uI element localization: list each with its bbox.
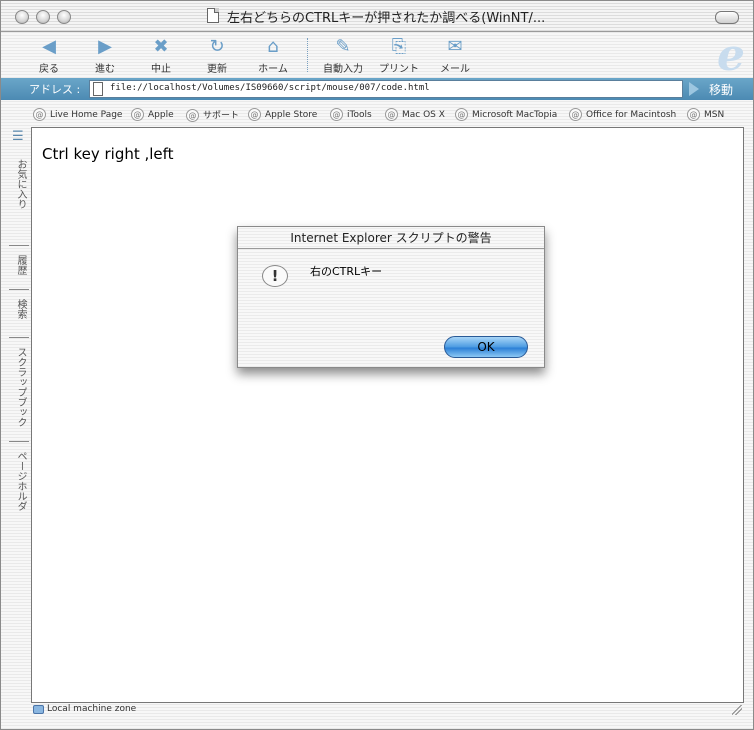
address-label: アドレス :: [29, 83, 81, 96]
mail-button[interactable]: ✉ メール: [427, 36, 483, 75]
stop-button[interactable]: ✖ 中止: [133, 36, 189, 75]
favorite-link[interactable]: @ Mac OS X: [385, 108, 445, 121]
page-content: Ctrl key right ,left: [31, 127, 744, 703]
tab-label: スクラップブック: [15, 347, 26, 427]
page-text: Ctrl key right ,left: [42, 145, 174, 163]
go-label: 移動: [709, 83, 734, 97]
browser-window: 左右どちらのCTRLキーが押されたか調べる(WinNT/... ◀ 戻る ▶ 進…: [0, 0, 754, 730]
at-icon: @: [330, 108, 343, 121]
tab-label: 検索: [15, 299, 26, 319]
toolbar-separator: [307, 38, 308, 72]
autofill-button[interactable]: ✎ 自動入力: [315, 36, 371, 75]
tab-scrapbook[interactable]: スクラップブック: [9, 337, 29, 442]
at-icon: @: [131, 108, 144, 121]
favorite-label: MSN: [704, 110, 725, 120]
close-button[interactable]: [15, 10, 29, 24]
favorite-label: Microsoft MacTopia: [472, 110, 558, 120]
favorite-link[interactable]: @ Apple: [131, 108, 174, 121]
mail-envelope-icon: ✉: [447, 36, 463, 57]
tab-search[interactable]: 検索: [9, 289, 29, 338]
at-icon: @: [186, 109, 199, 122]
stop-x-icon: ✖: [153, 36, 169, 57]
autofill-pen-icon: ✎: [335, 36, 351, 57]
refresh-button[interactable]: ↻ 更新: [189, 36, 245, 75]
favorite-label: Office for Macintosh: [586, 110, 677, 120]
favorite-label: Apple Store: [265, 110, 318, 120]
stop-label: 中止: [151, 64, 171, 75]
dialog-title: Internet Explorer スクリプトの警告: [238, 227, 544, 249]
home-label: ホーム: [258, 64, 288, 75]
favorite-label: Mac OS X: [402, 110, 445, 120]
caution-icon: !: [262, 265, 288, 287]
resize-grip-icon[interactable]: [732, 705, 742, 715]
favorite-link[interactable]: @ iTools: [330, 108, 372, 121]
favorite-link[interactable]: @ Apple Store: [248, 108, 317, 121]
forward-button[interactable]: ▶ 進む: [77, 36, 133, 75]
tab-label: 履歴: [15, 255, 26, 275]
print-button[interactable]: ⎘ プリント: [371, 36, 427, 75]
favorite-link[interactable]: @ Live Home Page: [33, 108, 122, 121]
mail-label: メール: [440, 64, 470, 75]
forward-arrow-icon: ▶: [98, 36, 112, 57]
back-label: 戻る: [39, 64, 59, 75]
at-icon: @: [687, 108, 700, 121]
title-bar[interactable]: 左右どちらのCTRLキーが押されたか調べる(WinNT/...: [1, 1, 753, 32]
script-alert-dialog: Internet Explorer スクリプトの警告 ! 右のCTRLキー OK: [237, 226, 545, 368]
favorite-label: Live Home Page: [50, 110, 123, 120]
back-arrow-icon: ◀: [42, 36, 56, 57]
favorite-link[interactable]: @ Office for Macintosh: [569, 108, 676, 121]
dialog-message: 右のCTRLキー: [310, 265, 383, 278]
toolbar: ◀ 戻る ▶ 進む ✖ 中止 ↻ 更新 ⌂ ホーム ✎ 自動入力 ⎘ プリント …: [1, 30, 753, 81]
tab-label: ページホルダ: [15, 451, 26, 511]
home-icon: ⌂: [267, 36, 279, 57]
address-url: file://localhost/Volumes/IS09660/script/…: [110, 83, 430, 93]
favorite-label: サポート: [203, 111, 240, 121]
at-icon: @: [569, 108, 582, 121]
minimize-button[interactable]: [36, 10, 50, 24]
explorer-bar-tabs: ☰ お気に入り 履歴 検索 スクラップブック ページホルダ: [9, 127, 31, 701]
ie-logo-icon: e: [717, 30, 745, 81]
home-button[interactable]: ⌂ ホーム: [245, 36, 301, 75]
go-arrow-icon: [689, 82, 699, 96]
address-bar: アドレス : file://localhost/Volumes/IS09660/…: [1, 78, 753, 100]
at-icon: @: [455, 108, 468, 121]
window-title: 左右どちらのCTRLキーが押されたか調べる(WinNT/...: [227, 11, 546, 26]
tab-favorites[interactable]: お気に入り: [9, 149, 29, 246]
address-input[interactable]: file://localhost/Volumes/IS09660/script/…: [89, 80, 683, 98]
tab-history[interactable]: 履歴: [9, 245, 29, 290]
tab-page-holder[interactable]: ページホルダ: [9, 441, 29, 521]
at-icon: @: [33, 108, 46, 121]
security-zone: Local machine zone: [47, 704, 137, 714]
refresh-label: 更新: [207, 64, 227, 75]
at-icon: @: [248, 108, 261, 121]
document-icon: [207, 8, 219, 23]
toolbar-toggle-button[interactable]: [715, 11, 739, 24]
back-button[interactable]: ◀ 戻る: [21, 36, 77, 75]
go-button[interactable]: 移動: [689, 80, 749, 98]
explorer-bar-icon: ☰: [12, 129, 24, 144]
forward-label: 進む: [95, 64, 115, 75]
page-file-icon: [93, 82, 103, 96]
at-icon: @: [385, 108, 398, 121]
autofill-label: 自動入力: [323, 64, 363, 75]
zoom-button[interactable]: [57, 10, 71, 24]
favorite-label: iTools: [347, 110, 372, 120]
status-bar: Local machine zone: [31, 703, 744, 717]
print-label: プリント: [379, 64, 419, 75]
favorite-link[interactable]: @ サポート: [186, 108, 239, 122]
refresh-icon: ↻: [209, 36, 225, 57]
favorite-label: Apple: [148, 110, 174, 120]
zone-icon: [33, 705, 44, 714]
printer-icon: ⎘: [391, 36, 407, 57]
favorites-bar: @ Live Home Page @ Apple @ サポート @ Apple Stor…: [1, 105, 753, 125]
tab-label: お気に入り: [15, 159, 26, 209]
favorite-link[interactable]: @ Microsoft MacTopia: [455, 108, 557, 121]
favorite-link[interactable]: @ MSN: [687, 108, 724, 121]
ok-button[interactable]: OK: [444, 336, 528, 358]
